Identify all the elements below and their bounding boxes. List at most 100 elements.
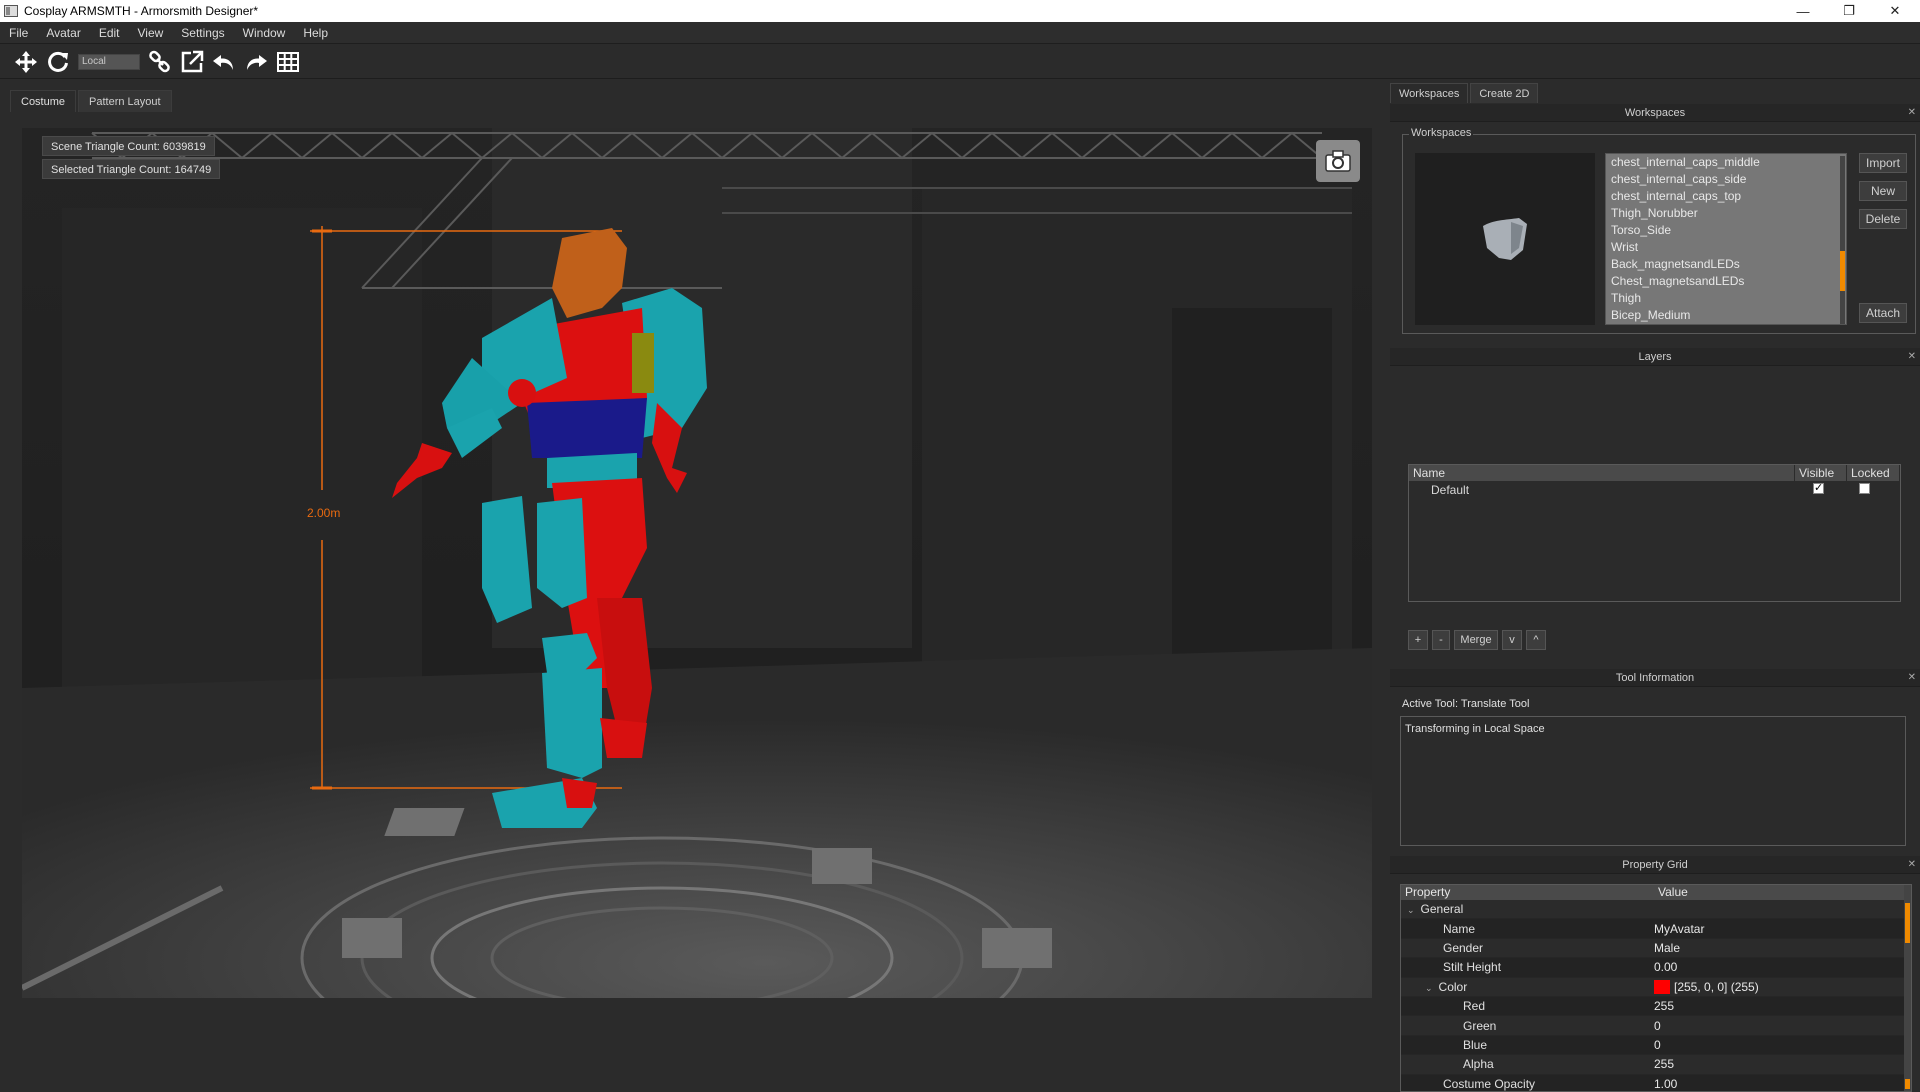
undo-button[interactable] [208,47,240,77]
menu-help[interactable]: Help [294,26,337,40]
maximize-button[interactable]: ❐ [1826,0,1872,22]
list-item[interactable]: Bicep_Medium [1606,307,1846,324]
redo-icon [247,54,267,70]
color-swatch[interactable] [1654,979,1670,994]
selected-triangle-count: Selected Triangle Count: 164749 [42,159,221,179]
property-row-general[interactable]: ⌄ General [1401,900,1911,920]
workspace-list-scrollbar[interactable] [1840,156,1845,324]
workspaces-group-title: Workspaces [1409,127,1474,139]
transform-space-select[interactable]: Local [78,53,140,70]
export-button[interactable] [176,47,208,77]
new-button[interactable]: New [1859,181,1907,201]
property-row-stilt-height[interactable]: Stilt Height 0.00 [1401,958,1911,978]
list-item[interactable]: chest_internal_caps_side [1606,171,1846,188]
menu-file[interactable]: File [0,26,37,40]
property-name: Costume Opacity [1443,1076,1536,1091]
remove-layer-button[interactable]: - [1432,630,1450,650]
property-value[interactable]: 0 [1654,1019,1911,1033]
table-row[interactable]: Default [1409,481,1900,499]
visible-checkbox[interactable] [1813,481,1824,494]
close-icon[interactable]: ✕ [1908,104,1916,122]
close-icon[interactable]: ✕ [1908,669,1916,687]
list-item[interactable]: Chest_magnetsandLEDs [1606,273,1846,290]
tab-pattern-layout[interactable]: Pattern Layout [78,90,172,112]
list-item[interactable]: Wrist [1606,239,1846,256]
move-layer-up-button[interactable]: ^ [1526,630,1546,650]
collapse-icon[interactable]: ⌄ [1407,905,1415,915]
redo-button[interactable] [240,47,272,77]
tool-info-panel-title: Tool Information [1615,672,1695,684]
property-grid-scrollbar[interactable] [1904,885,1911,1091]
3d-viewport[interactable]: Scene Triangle Count: 6039819 Selected T… [22,128,1372,998]
right-tabs: Workspaces Create 2D [1390,83,1540,103]
list-item[interactable]: Thigh_Norubber [1606,205,1846,222]
workspace-list[interactable]: chest_internal_caps_middle chest_interna… [1605,153,1847,325]
move-layer-down-button[interactable]: v [1502,630,1522,650]
list-item[interactable]: chest_internal_caps_middle [1606,154,1846,171]
right-panel: Workspaces Create 2D Workspaces ✕ Worksp… [1388,80,1920,1092]
tab-create-2d[interactable]: Create 2D [1470,83,1539,103]
property-row-name[interactable]: Name MyAvatar [1401,919,1911,939]
layers-table: Name Visible Locked Default [1408,464,1901,602]
layers-table-header: Name Visible Locked [1409,465,1900,481]
tool-info-panel-header: Tool Information ✕ [1390,669,1920,687]
property-value[interactable]: 0.00 [1654,960,1911,974]
layer-name: Default [1431,483,1470,497]
collapse-icon[interactable]: ⌄ [1425,983,1433,993]
property-value[interactable]: 0 [1654,1038,1911,1052]
list-item[interactable]: Back_magnetsandLEDs [1606,256,1846,273]
property-value[interactable]: Male [1654,941,1911,955]
locked-checkbox[interactable] [1859,483,1870,494]
tab-costume[interactable]: Costume [10,90,77,112]
close-button[interactable]: ✕ [1872,0,1918,22]
property-value[interactable]: 1.00 [1654,1077,1911,1091]
tab-workspaces[interactable]: Workspaces [1390,83,1469,103]
property-row-gender[interactable]: Gender Male [1401,939,1911,959]
property-row-blue[interactable]: Blue 0 [1401,1035,1911,1056]
rotate-icon [48,51,68,72]
menu-view[interactable]: View [129,26,173,40]
property-grid-panel-title: Property Grid [1622,859,1688,871]
close-icon[interactable]: ✕ [1908,856,1916,874]
external-link-icon [181,50,204,72]
column-visible[interactable]: Visible [1795,465,1847,481]
property-row-alpha[interactable]: Alpha 255 [1401,1055,1911,1075]
property-value[interactable]: 255 [1654,1057,1911,1071]
property-value[interactable]: MyAvatar [1654,922,1911,936]
minimize-button[interactable]: — [1780,0,1826,22]
import-button[interactable]: Import [1859,153,1907,173]
workspaces-panel-title: Workspaces [1624,107,1686,119]
column-name[interactable]: Name [1409,465,1795,481]
menu-settings[interactable]: Settings [172,26,233,40]
list-item[interactable]: Torso_Side [1606,222,1846,239]
column-locked[interactable]: Locked [1847,465,1900,481]
menu-edit[interactable]: Edit [90,26,129,40]
tool-description: Transforming in Local Space [1400,716,1906,846]
rotate-tool-button[interactable] [42,47,74,77]
property-row-green[interactable]: Green 0 [1401,1016,1911,1036]
list-item[interactable]: Thigh [1606,290,1846,307]
layers-panel-header: Layers ✕ [1390,348,1920,366]
screenshot-button[interactable] [1316,140,1360,182]
link-tool-button[interactable] [144,47,176,77]
workspaces-group: Workspaces chest_internal_caps_middle ch… [1402,127,1916,334]
attach-button[interactable]: Attach [1859,303,1907,323]
property-row-costume-opacity[interactable]: Costume Opacity 1.00 [1401,1074,1911,1091]
close-icon[interactable]: ✕ [1908,348,1916,366]
grid-button[interactable] [272,47,304,77]
property-row-color[interactable]: ⌄ Color [255, 0, 0] (255) [1401,978,1911,997]
menu-window[interactable]: Window [234,26,295,40]
property-value[interactable]: [255, 0, 0] (255) [1674,980,1759,994]
workspace-thumbnail [1415,153,1595,325]
add-layer-button[interactable]: + [1408,630,1428,650]
delete-button[interactable]: Delete [1859,209,1907,229]
column-value: Value [1658,885,1688,899]
property-value[interactable]: 255 [1654,999,1911,1013]
merge-layer-button[interactable]: Merge [1454,630,1498,650]
property-name: Green [1463,1018,1497,1033]
menu-avatar[interactable]: Avatar [37,26,89,40]
workspaces-panel-header: Workspaces ✕ [1390,104,1920,122]
list-item[interactable]: chest_internal_caps_top [1606,188,1846,205]
property-row-red[interactable]: Red 255 [1401,996,1911,1017]
translate-tool-button[interactable] [10,47,42,77]
